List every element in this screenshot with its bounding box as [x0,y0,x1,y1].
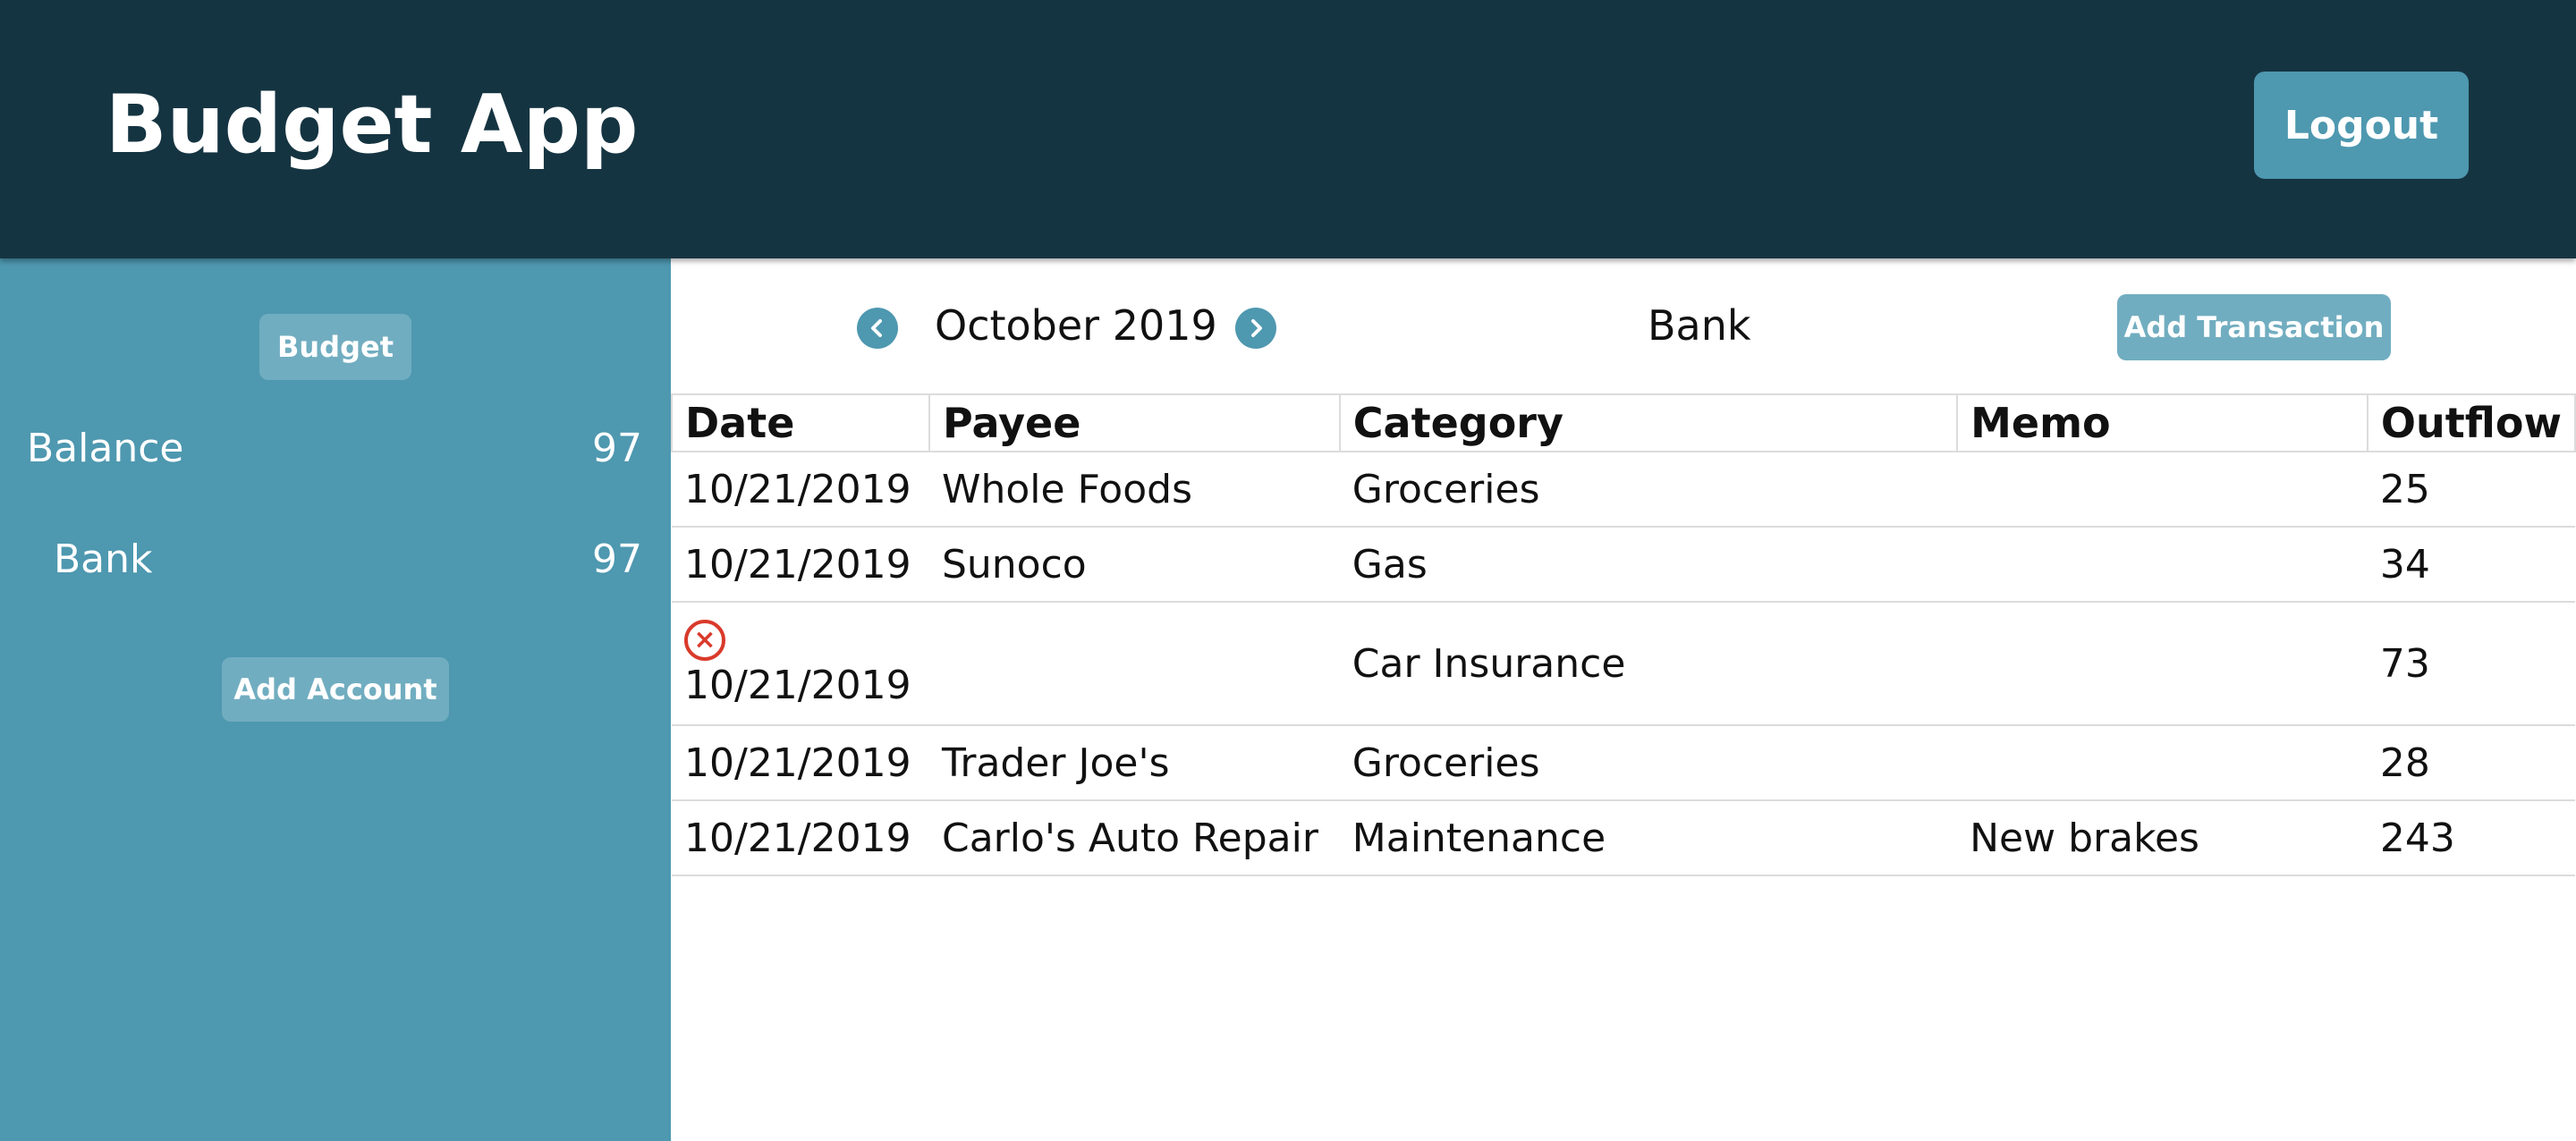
cell-outflow[interactable]: 73 [2367,602,2575,726]
cell-payee[interactable]: Carlo's Auto Repair [928,800,1340,876]
column-header-payee[interactable]: Payee [928,393,1341,452]
logout-button[interactable]: Logout [2254,72,2469,179]
cell-date: 10/21/2019 [684,662,911,708]
cell-outflow[interactable]: 243 [2367,800,2575,876]
add-account-button[interactable]: Add Account [222,657,449,722]
table-row[interactable]: 10/21/2019 Whole Foods Groceries 25 [672,452,2575,528]
month-label: October 2019 [935,301,1217,350]
cell-memo[interactable] [1957,725,2368,801]
cell-memo[interactable]: New brakes [1957,800,2368,876]
cell-date[interactable]: 10/21/2019 [672,800,929,876]
table-header-row: Date Payee Category Memo Outflow [671,393,2576,452]
cell-category[interactable]: Gas [1339,527,1958,603]
column-header-memo[interactable]: Memo [1956,393,2368,452]
cell-date-with-delete[interactable]: × 10/21/2019 [672,602,929,726]
sidebar-item-bank[interactable]: Bank 97 [0,536,671,584]
cell-payee[interactable]: Whole Foods [928,452,1340,528]
column-header-outflow[interactable]: Outflow [2366,393,2576,452]
cell-date[interactable]: 10/21/2019 [672,527,929,603]
column-header-category[interactable]: Category [1338,393,1959,452]
table-row[interactable]: 10/21/2019 Sunoco Gas 34 [672,527,2575,603]
main-content: October 2019 Bank Add Transaction Date P… [671,258,2576,1141]
sidebar: Budget Balance 97 Bank 97 Add Account [0,258,671,1141]
cell-date[interactable]: 10/21/2019 [672,725,929,801]
balance-label: Balance [27,426,184,471]
app-title: Budget App [106,78,639,172]
cell-memo[interactable] [1957,527,2368,603]
table-row[interactable]: 10/21/2019 Trader Joe's Groceries 28 [672,725,2575,801]
budget-button[interactable]: Budget [259,314,411,380]
cell-category[interactable]: Maintenance [1339,800,1958,876]
app-header: Budget App Logout [0,0,2576,258]
cell-payee[interactable] [928,602,1340,726]
close-circle-icon[interactable]: × [684,619,725,661]
cell-category[interactable]: Groceries [1339,725,1958,801]
cell-category[interactable]: Car Insurance [1339,602,1958,726]
cell-payee[interactable]: Trader Joe's [928,725,1340,801]
cell-category[interactable]: Groceries [1339,452,1958,528]
cell-outflow[interactable]: 25 [2367,452,2575,528]
chevron-right-icon[interactable] [1235,308,1276,349]
column-header-date[interactable]: Date [671,393,930,452]
add-transaction-button[interactable]: Add Transaction [2117,294,2391,360]
table-row[interactable]: 10/21/2019 Carlo's Auto Repair Maintenan… [672,800,2575,876]
table-row[interactable]: × 10/21/2019 Car Insurance 73 [672,602,2575,726]
cell-memo[interactable] [1957,602,2368,726]
account-value: 97 [592,537,642,582]
cell-memo[interactable] [1957,452,2368,528]
account-label: Bank [54,537,153,582]
cell-date[interactable]: 10/21/2019 [672,452,929,528]
cell-outflow[interactable]: 28 [2367,725,2575,801]
selected-account-name: Bank [1648,301,1751,350]
chevron-left-icon[interactable] [857,308,898,349]
transactions-table: Date Payee Category Memo Outflow 10/21/2… [671,393,2576,876]
balance-value: 97 [592,426,642,471]
balance-row: Balance 97 [0,425,671,473]
cell-payee[interactable]: Sunoco [928,527,1340,603]
cell-outflow[interactable]: 34 [2367,527,2575,603]
